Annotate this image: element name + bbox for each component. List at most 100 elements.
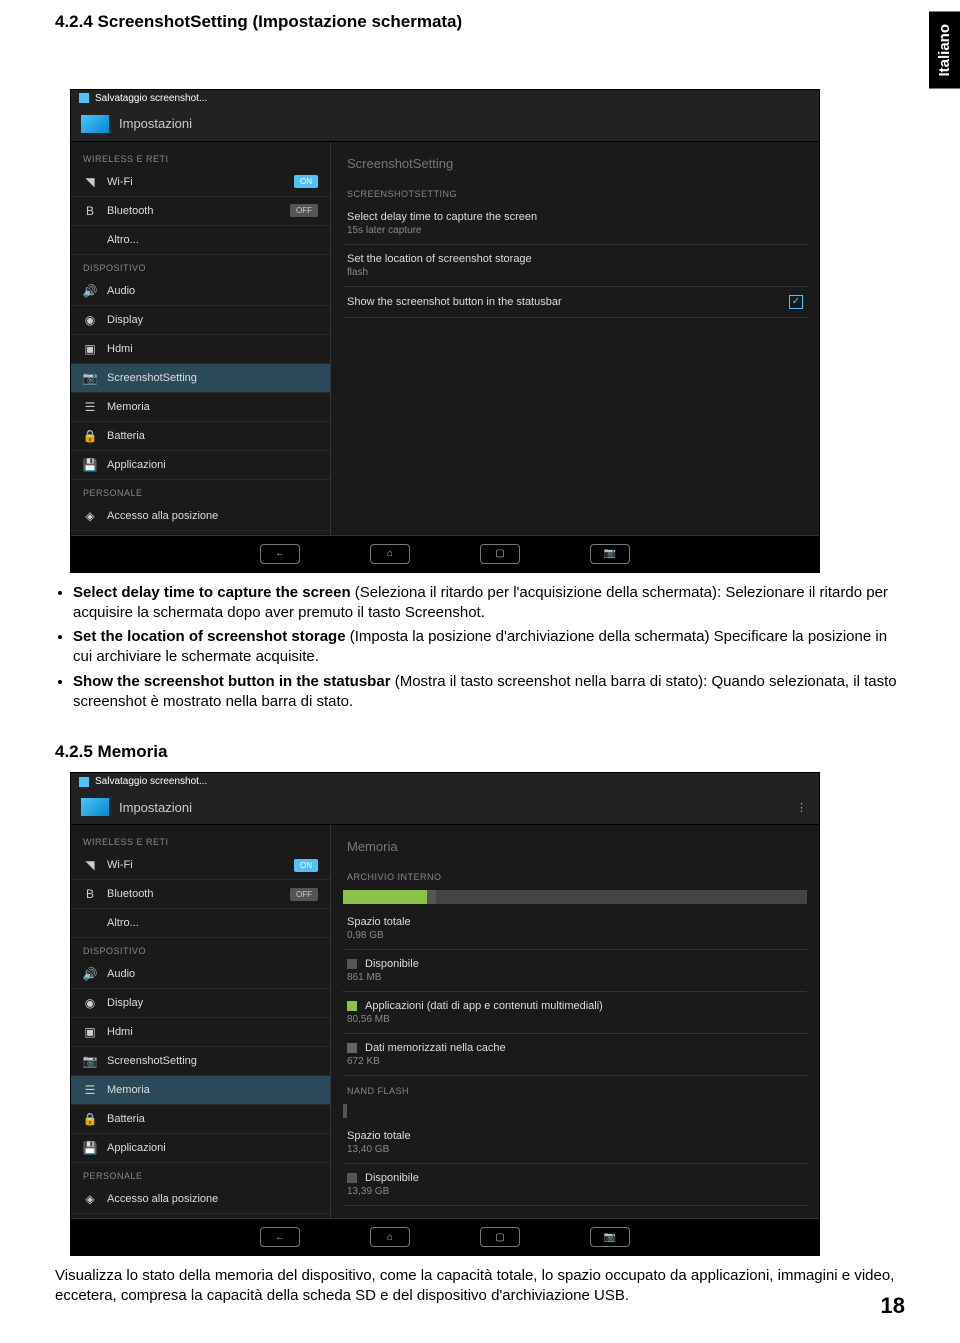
- sidebar-item-wifi[interactable]: ◥ Wi-Fi ON: [71, 851, 330, 880]
- statusbar-text: Salvataggio screenshot...: [95, 776, 207, 787]
- legend-chip-icon: [347, 1043, 357, 1053]
- sidebar-item-memory[interactable]: ☰ Memoria: [71, 1076, 330, 1105]
- sidebar-item-label: Display: [107, 314, 318, 326]
- setting-value: 15s later capture: [347, 225, 803, 236]
- home-button[interactable]: ⌂: [370, 1227, 410, 1247]
- sidebar-item-location[interactable]: ◈ Accesso alla posizione: [71, 1185, 330, 1214]
- storage-cache-segment: [427, 890, 436, 904]
- sidebar-item-apps[interactable]: 💾 Applicazioni: [71, 1134, 330, 1163]
- description-para-425: Visualizza lo stato della memoria del di…: [55, 1266, 905, 1307]
- storage-available[interactable]: Disponibile 861 MB: [343, 950, 807, 992]
- home-button[interactable]: ⌂: [370, 544, 410, 564]
- content-category-nand: NAND FLASH: [343, 1076, 807, 1100]
- storage-total[interactable]: Spazio totale 0,98 GB: [343, 908, 807, 950]
- statusbar-text: Salvataggio screenshot...: [95, 93, 207, 104]
- sidebar-item-memory[interactable]: ☰ Memoria: [71, 393, 330, 422]
- sidebar-item-apps[interactable]: 💾 Applicazioni: [71, 451, 330, 480]
- location-icon: ◈: [83, 509, 97, 523]
- storage-value: 861 MB: [347, 972, 803, 983]
- sidebar-item-more[interactable]: Altro...: [71, 226, 330, 255]
- battery-icon: 🔒: [83, 1112, 97, 1126]
- bluetooth-icon: B: [83, 204, 97, 218]
- content-title: ScreenshotSetting: [343, 148, 807, 179]
- setting-label: Select delay time to capture the screen: [347, 211, 803, 223]
- sidebar-item-label: Wi-Fi: [107, 859, 284, 871]
- screenshot-settings-memory: Salvataggio screenshot... Impostazioni ⋮…: [70, 772, 820, 1256]
- recent-button[interactable]: ▢: [480, 544, 520, 564]
- sidebar-item-label: Batteria: [107, 430, 318, 442]
- bluetooth-toggle[interactable]: OFF: [290, 888, 318, 901]
- legend-chip-icon: [347, 1173, 357, 1183]
- wifi-toggle[interactable]: ON: [294, 859, 318, 872]
- save-icon: [79, 777, 89, 787]
- sidebar-item-label: Altro...: [107, 234, 318, 246]
- hdmi-icon: ▣: [83, 1025, 97, 1039]
- screenshot-button[interactable]: 📷: [590, 1227, 630, 1247]
- sidebar-category-wireless: WIRELESS E RETI: [71, 829, 330, 851]
- sidebar-item-screenshotsetting[interactable]: 📷 ScreenshotSetting: [71, 364, 330, 393]
- display-icon: ◉: [83, 313, 97, 327]
- sidebar-item-label: Accesso alla posizione: [107, 510, 318, 522]
- bluetooth-toggle[interactable]: OFF: [290, 204, 318, 217]
- status-bar: Salvataggio screenshot...: [71, 773, 819, 790]
- settings-icon: [81, 115, 109, 133]
- setting-show-button[interactable]: Show the screenshot button in the status…: [343, 287, 807, 318]
- nand-available[interactable]: Disponibile 13,39 GB: [343, 1164, 807, 1206]
- sidebar-item-display[interactable]: ◉ Display: [71, 989, 330, 1018]
- recent-button[interactable]: ▢: [480, 1227, 520, 1247]
- sidebar-item-display[interactable]: ◉ Display: [71, 306, 330, 335]
- sidebar-item-audio[interactable]: 🔊 Audio: [71, 277, 330, 306]
- sidebar-item-hdmi[interactable]: ▣ Hdmi: [71, 335, 330, 364]
- app-title: Impostazioni: [119, 116, 192, 131]
- setting-value: flash: [347, 267, 803, 278]
- sidebar-item-label: Bluetooth: [107, 888, 280, 900]
- sidebar-item-label: Hdmi: [107, 1026, 318, 1038]
- sidebar-item-screenshotsetting[interactable]: 📷 ScreenshotSetting: [71, 1047, 330, 1076]
- apps-icon: 💾: [83, 458, 97, 472]
- storage-label: Spazio totale: [347, 1130, 803, 1142]
- hdmi-icon: ▣: [83, 342, 97, 356]
- setting-delay-time[interactable]: Select delay time to capture the screen …: [343, 203, 807, 245]
- setting-storage-location[interactable]: Set the location of screenshot storage f…: [343, 245, 807, 287]
- storage-icon: ☰: [83, 1083, 97, 1097]
- sidebar-item-battery[interactable]: 🔒 Batteria: [71, 1105, 330, 1134]
- audio-icon: 🔊: [83, 967, 97, 981]
- sidebar-item-label: Memoria: [107, 1084, 318, 1096]
- nand-total[interactable]: Spazio totale 13,40 GB: [343, 1122, 807, 1164]
- sidebar-category-wireless: WIRELESS E RETI: [71, 146, 330, 168]
- screenshot-button[interactable]: 📷: [590, 544, 630, 564]
- sidebar-item-more[interactable]: Altro...: [71, 909, 330, 938]
- back-button[interactable]: ←: [260, 544, 300, 564]
- sidebar-item-bluetooth[interactable]: B Bluetooth OFF: [71, 197, 330, 226]
- blank-icon: [83, 916, 97, 930]
- sidebar-item-audio[interactable]: 🔊 Audio: [71, 960, 330, 989]
- sidebar-item-bluetooth[interactable]: B Bluetooth OFF: [71, 880, 330, 909]
- wifi-toggle[interactable]: ON: [294, 175, 318, 188]
- storage-cache[interactable]: Dati memorizzati nella cache 672 KB: [343, 1034, 807, 1076]
- sidebar-category-personal: PERSONALE: [71, 1163, 330, 1185]
- app-header: Impostazioni: [71, 107, 819, 142]
- overflow-menu-icon[interactable]: ⋮: [796, 801, 809, 814]
- storage-apps[interactable]: Applicazioni (dati di app e contenuti mu…: [343, 992, 807, 1034]
- legend-chip-icon: [347, 959, 357, 969]
- sidebar-item-hdmi[interactable]: ▣ Hdmi: [71, 1018, 330, 1047]
- sidebar-item-label: Applicazioni: [107, 1142, 318, 1154]
- sidebar-item-label: Audio: [107, 968, 318, 980]
- storage-value: 672 KB: [347, 1056, 803, 1067]
- back-button[interactable]: ←: [260, 1227, 300, 1247]
- content-title: Memoria: [343, 831, 807, 862]
- sidebar-item-battery[interactable]: 🔒 Batteria: [71, 422, 330, 451]
- description-list-424: Select delay time to capture the screen …: [55, 583, 905, 713]
- screenshot-settings-screenshotsetting: Salvataggio screenshot... Impostazioni W…: [70, 89, 820, 573]
- save-icon: [79, 93, 89, 103]
- storage-usage-bar: [343, 890, 807, 904]
- sidebar-item-location[interactable]: ◈ Accesso alla posizione: [71, 502, 330, 531]
- checkbox-checked-icon[interactable]: ✓: [789, 295, 803, 309]
- section-heading-424: 4.2.4 ScreenshotSetting (Impostazione sc…: [55, 12, 929, 32]
- legend-chip-icon: [347, 1001, 357, 1011]
- setting-label: Set the location of screenshot storage: [347, 253, 803, 265]
- page-number: 18: [881, 1293, 905, 1319]
- setting-label: Show the screenshot button in the status…: [347, 296, 789, 308]
- content-category-internal: ARCHIVIO INTERNO: [343, 862, 807, 886]
- sidebar-item-wifi[interactable]: ◥ Wi-Fi ON: [71, 168, 330, 197]
